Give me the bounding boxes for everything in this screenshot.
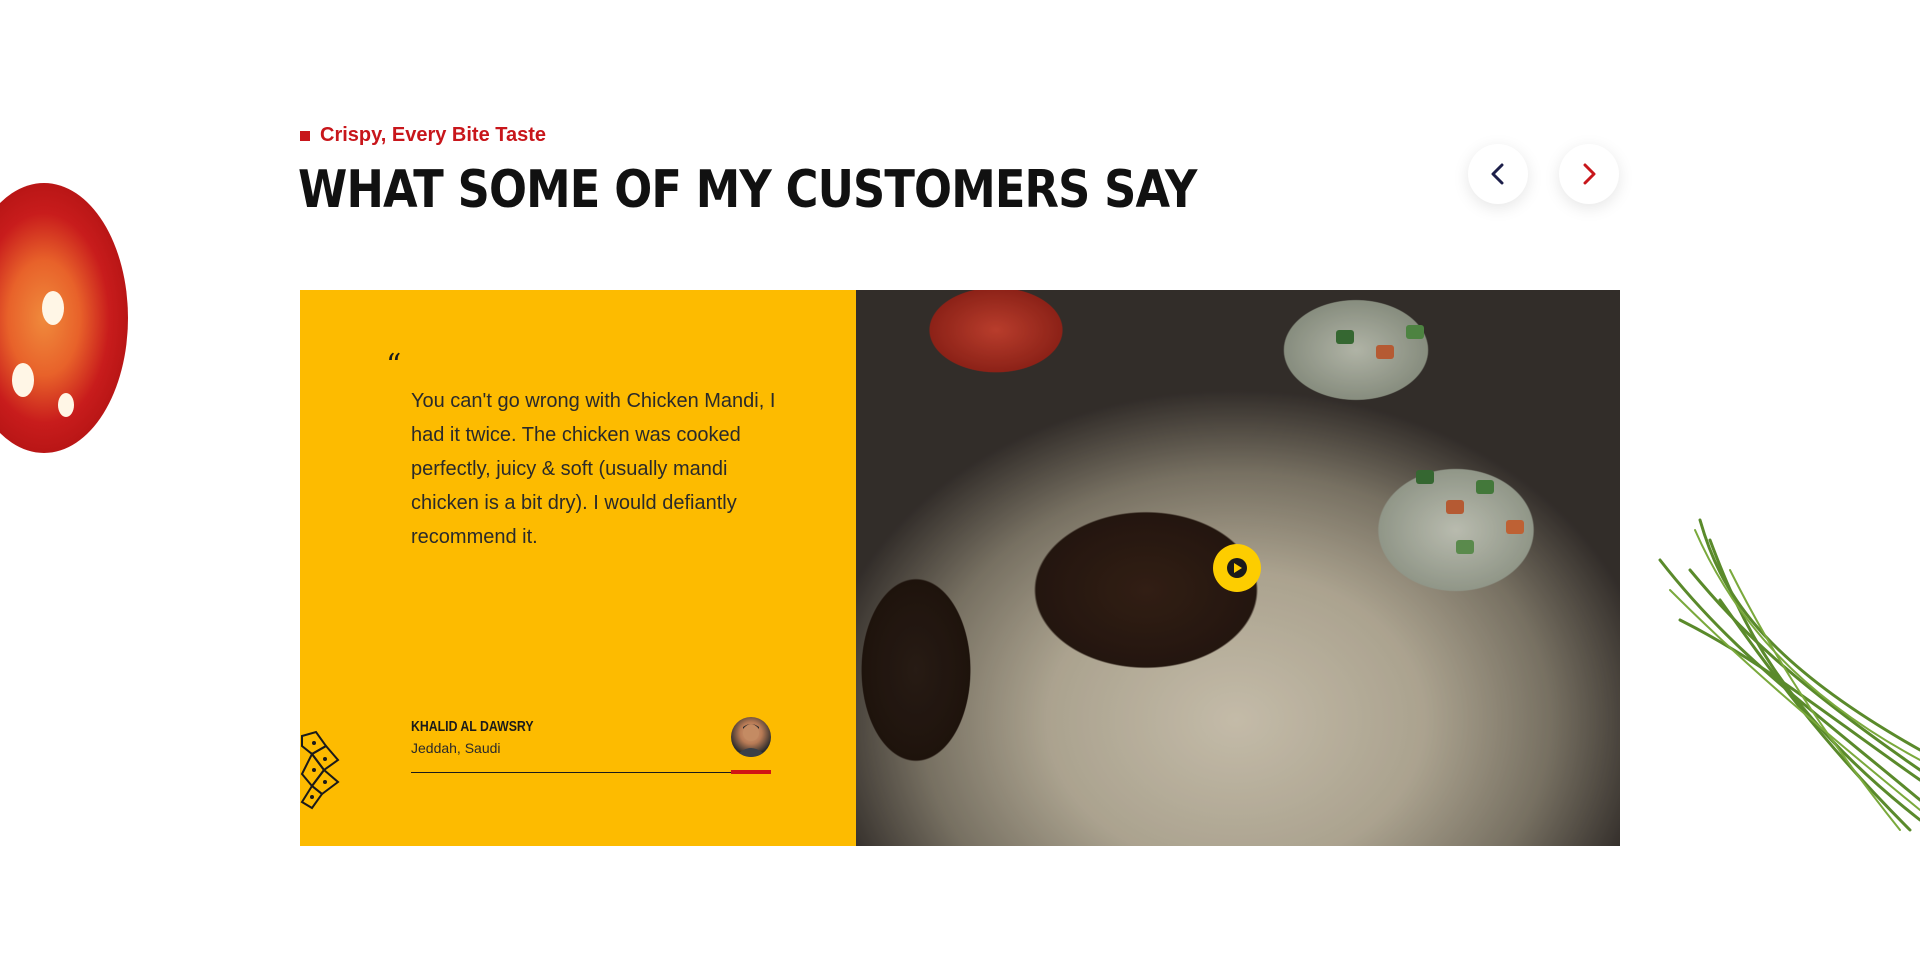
author-name: KHALID AL DAWSRY	[411, 718, 534, 735]
play-icon	[1227, 558, 1247, 578]
testimonial-card: “ You can't go wrong with Chicken Mandi,…	[300, 290, 1620, 846]
eyebrow-label: Crispy, Every Bite Taste	[320, 124, 547, 146]
quote-panel: “ You can't go wrong with Chicken Mandi,…	[300, 290, 856, 846]
section-eyebrow: Crispy, Every Bite Taste	[300, 124, 546, 147]
testimonial-section: Crispy, Every Bite Taste WHAT SOME OF MY…	[0, 0, 1920, 966]
geometric-pattern-icon	[300, 730, 340, 810]
testimonial-quote: You can't go wrong with Chicken Mandi, I…	[411, 390, 776, 548]
tomato-slice-image	[0, 183, 128, 453]
avatar	[731, 717, 771, 757]
quote-mark-icon: “	[386, 348, 402, 383]
next-button[interactable]	[1559, 144, 1619, 204]
previous-button[interactable]	[1468, 144, 1528, 204]
play-button[interactable]	[1213, 544, 1261, 592]
author-divider-accent	[731, 770, 771, 774]
author-location: Jeddah, Saudi	[411, 740, 501, 756]
author-divider	[411, 772, 731, 773]
chevron-right-icon	[1583, 163, 1596, 185]
chevron-left-icon	[1491, 163, 1504, 185]
square-icon	[300, 130, 310, 141]
video-thumbnail[interactable]	[856, 290, 1620, 846]
chives-image	[1658, 518, 1920, 832]
section-title: WHAT SOME OF MY CUSTOMERS SAY	[298, 160, 1197, 220]
